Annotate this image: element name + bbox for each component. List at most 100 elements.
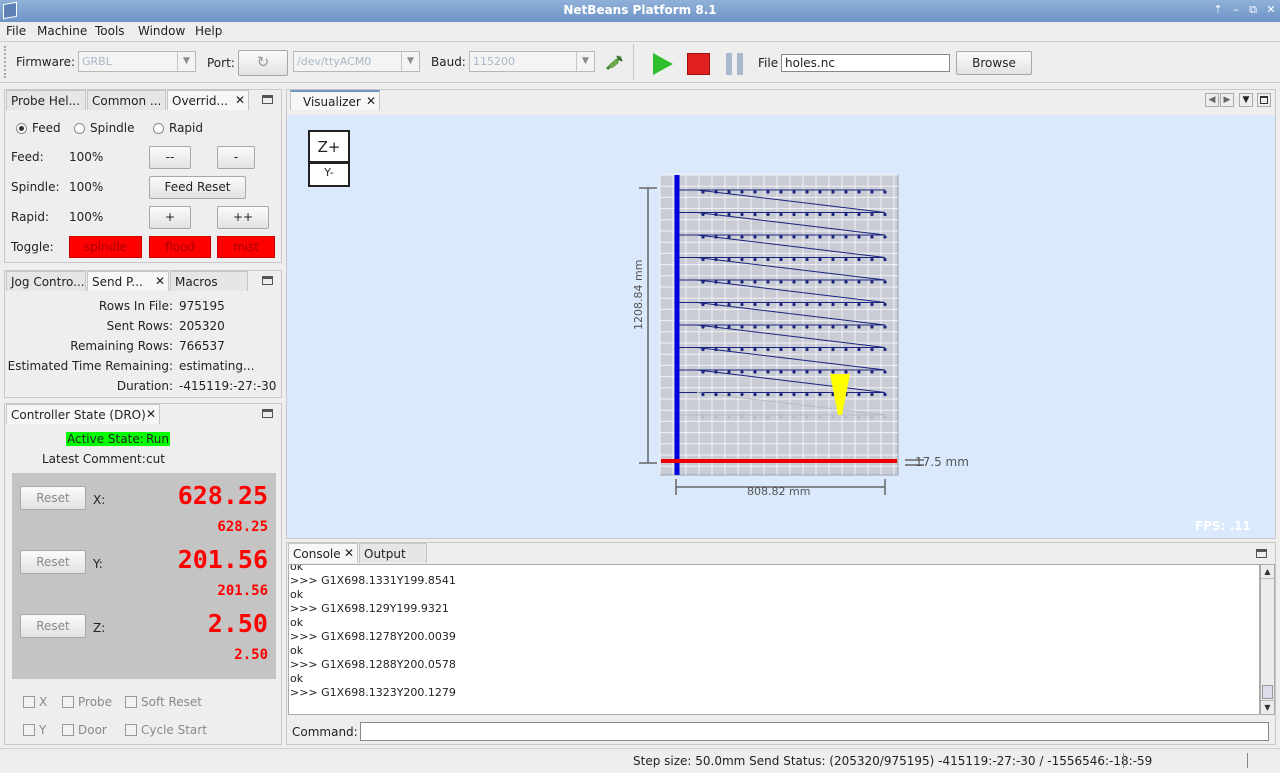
radio-feed[interactable]: [16, 123, 27, 134]
status-bar: Step size: 50.0mm Send Status: (205320/9…: [0, 748, 1280, 773]
minimize-panel-icon[interactable]: [262, 276, 273, 285]
tab-common[interactable]: Common ...: [87, 90, 166, 110]
status-separator: [1247, 753, 1248, 768]
increase-more-button[interactable]: ++: [217, 206, 269, 229]
play-button[interactable]: [651, 52, 675, 76]
checkbox-x[interactable]: [23, 696, 35, 708]
stop-button[interactable]: [687, 53, 710, 75]
connect-button[interactable]: [603, 53, 625, 73]
tab-jog-controller[interactable]: Jog Contro...: [6, 271, 86, 291]
baud-combo[interactable]: 115200 ▼: [469, 51, 595, 72]
port-combo[interactable]: /dev/ttyACM0 ▼: [293, 51, 420, 72]
close-icon[interactable]: ✕: [235, 93, 245, 107]
radio-spindle-label: Spindle: [90, 121, 135, 135]
close-icon[interactable]: ✕: [366, 94, 376, 108]
spindle-value: 100%: [69, 180, 104, 194]
chevron-down-icon: ▼: [177, 52, 195, 71]
latest-comment-label: Latest Comment:: [42, 452, 146, 466]
menu-help[interactable]: Help: [195, 24, 222, 38]
window-close-icon[interactable]: ✕: [1264, 3, 1278, 17]
scroll-down-icon[interactable]: ▼: [1261, 700, 1274, 714]
rapid-value: 100%: [69, 210, 104, 224]
radio-rapid[interactable]: [153, 123, 164, 134]
dro-panel: Controller State (DRO) ✕ Active State: R…: [4, 403, 282, 745]
reset-z-button[interactable]: Reset: [20, 614, 86, 638]
menu-tools[interactable]: Tools: [95, 24, 125, 38]
radio-feed-label: Feed: [32, 121, 61, 135]
close-icon[interactable]: ✕: [146, 407, 156, 421]
minimize-panel-icon[interactable]: [262, 409, 273, 418]
reset-x-button[interactable]: Reset: [20, 486, 86, 510]
tab-macros[interactable]: Macros: [170, 271, 248, 291]
override-panel: Probe Hel... Common ... Overrid... ✕ Fee…: [4, 89, 282, 263]
active-state-label: Active State:: [66, 432, 145, 446]
close-icon[interactable]: ✕: [344, 546, 354, 560]
decrease-button[interactable]: -: [217, 146, 255, 169]
latest-comment-value: cut: [146, 452, 165, 466]
tab-send-status[interactable]: Send P... ✕: [87, 271, 169, 291]
feed-reset-button[interactable]: Feed Reset: [149, 176, 246, 199]
remaining-rows-label: Remaining Rows:: [70, 339, 173, 353]
refresh-icon: ↻: [256, 53, 270, 71]
x-work-position: 628.25: [177, 481, 268, 510]
console-line: ok: [290, 564, 304, 573]
console-log[interactable]: ok >>> G1X698.1331Y199.8541 ok >>> G1X698.1…: [288, 564, 1260, 715]
reset-y-button[interactable]: Reset: [20, 550, 86, 574]
toggle-spindle-button[interactable]: spindle: [69, 236, 142, 258]
feed-value: 100%: [69, 150, 104, 164]
tab-list-icon[interactable]: ▼: [1239, 93, 1253, 107]
checkbox-probe[interactable]: [62, 696, 74, 708]
radio-spindle[interactable]: [74, 123, 85, 134]
radio-rapid-label: Rapid: [169, 121, 203, 135]
tab-controller-state[interactable]: Controller State (DRO) ✕: [6, 404, 160, 424]
tab-probe-helper[interactable]: Probe Hel...: [6, 90, 86, 110]
window-maximize-icon[interactable]: ⧉: [1246, 3, 1260, 17]
toolbar-separator: [633, 44, 634, 80]
scroll-right-icon[interactable]: ▶: [1220, 93, 1234, 107]
menu-window[interactable]: Window: [138, 24, 185, 38]
tab-controller-state-label: Controller State (DRO): [11, 408, 146, 422]
checkbox-y[interactable]: [23, 724, 35, 736]
port-value: /dev/ttyACM0: [297, 55, 372, 68]
tab-visualizer[interactable]: Visualizer ✕: [290, 90, 380, 110]
maximize-panel-icon[interactable]: [1257, 93, 1271, 107]
window-up-icon[interactable]: ⇡: [1211, 3, 1225, 17]
visualizer-canvas[interactable]: Z+ Y- 1208.84 mm 808.82 mm 17.5 mm FPS: …: [287, 115, 1275, 538]
browse-button[interactable]: Browse: [956, 51, 1032, 75]
minimize-panel-icon[interactable]: [262, 95, 273, 104]
scrollbar-thumb[interactable]: [1262, 685, 1273, 699]
window-minimize-icon[interactable]: –: [1229, 3, 1243, 17]
close-icon[interactable]: ✕: [155, 274, 165, 288]
tab-console[interactable]: Console ✕: [288, 543, 358, 563]
pause-button[interactable]: [724, 52, 746, 76]
checkbox-soft-reset[interactable]: [125, 696, 137, 708]
spindle-label: Spindle:: [11, 180, 60, 194]
width-dimension-label: 808.82 mm: [747, 485, 811, 498]
minimize-panel-icon[interactable]: [1256, 549, 1267, 558]
refresh-ports-button[interactable]: ↻: [238, 50, 288, 76]
checkbox-cycle-start[interactable]: [125, 724, 137, 736]
toggle-mist-button[interactable]: mist: [217, 236, 275, 258]
z-axis-label: Z:: [93, 621, 106, 635]
menu-machine[interactable]: Machine: [37, 24, 87, 38]
toggle-label: Toggle:: [11, 240, 54, 254]
file-path-input[interactable]: holes.nc: [781, 54, 950, 72]
tab-overrides-label: Overrid...: [172, 94, 228, 108]
rapid-label: Rapid:: [11, 210, 50, 224]
console-scrollbar[interactable]: ▲ ▼: [1260, 564, 1275, 715]
command-input[interactable]: [360, 722, 1269, 741]
toggle-flood-button[interactable]: flood: [149, 236, 211, 258]
scroll-up-icon[interactable]: ▲: [1261, 565, 1274, 579]
increase-button[interactable]: +: [149, 206, 191, 229]
status-separator: [1123, 753, 1124, 768]
scroll-left-icon[interactable]: ◀: [1205, 93, 1219, 107]
checkbox-door[interactable]: [62, 724, 74, 736]
toolbar-grip: [4, 46, 8, 78]
console-line: ok: [290, 588, 304, 601]
menu-file[interactable]: File: [6, 24, 26, 38]
firmware-combo[interactable]: GRBL ▼: [78, 51, 196, 72]
decrease-more-button[interactable]: --: [149, 146, 191, 169]
tab-output[interactable]: Output: [359, 543, 427, 563]
tab-visualizer-label: Visualizer: [303, 95, 361, 109]
tab-overrides[interactable]: Overrid... ✕: [167, 90, 249, 110]
